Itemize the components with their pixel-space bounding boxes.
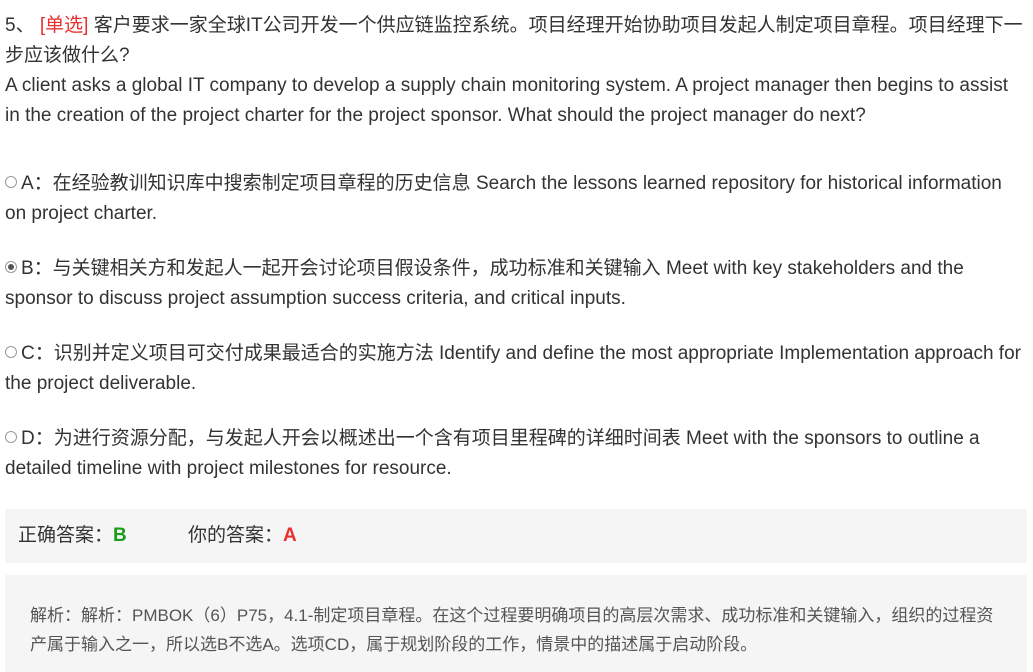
question-text-cn: 客户要求一家全球IT公司开发一个供应链监控系统。项目经理开始协助项目发起人制定项… <box>5 15 1023 66</box>
question-text: 5、 [单选] 客户要求一家全球IT公司开发一个供应链监控系统。项目经理开始协助… <box>5 11 1027 131</box>
option-c-radio[interactable] <box>5 346 17 358</box>
option-b-radio[interactable] <box>5 261 17 273</box>
your-answer: 你的答案：A <box>188 509 297 563</box>
question-text-en: A client asks a global IT company to dev… <box>5 75 1008 126</box>
analysis-text: 解析：解析：PMBOK（6）P75，4.1-制定项目章程。在这个过程要明确项目的… <box>30 606 994 654</box>
option-a-radio[interactable] <box>5 176 17 188</box>
your-answer-label: 你的答案： <box>188 525 284 546</box>
option-d-radio[interactable] <box>5 431 17 443</box>
option-c[interactable]: C：识别并定义项目可交付成果最适合的实施方法 Identify and defi… <box>5 339 1027 399</box>
question-number: 5、 <box>5 15 35 36</box>
option-a[interactable]: A：在经验教训知识库中搜索制定项目章程的历史信息 Search the less… <box>5 169 1027 229</box>
correct-answer-value: B <box>113 525 127 546</box>
option-b[interactable]: B：与关键相关方和发起人一起开会讨论项目假设条件，成功标准和关键输入 Meet … <box>5 254 1027 314</box>
option-d[interactable]: D：为进行资源分配，与发起人开会以概述出一个含有项目里程碑的详细时间表 Meet… <box>5 424 1027 484</box>
question-type-tag: [单选] <box>39 15 89 36</box>
answer-summary: 正确答案：B 你的答案：A <box>5 509 1027 563</box>
correct-answer: 正确答案：B <box>18 509 127 563</box>
option-c-text: C：识别并定义项目可交付成果最适合的实施方法 Identify and defi… <box>5 343 1021 394</box>
option-d-text: D：为进行资源分配，与发起人开会以概述出一个含有项目里程碑的详细时间表 Meet… <box>5 428 980 479</box>
option-b-text: B：与关键相关方和发起人一起开会讨论项目假设条件，成功标准和关键输入 Meet … <box>5 258 964 309</box>
analysis-panel: 解析：解析：PMBOK（6）P75，4.1-制定项目章程。在这个过程要明确项目的… <box>5 575 1027 672</box>
option-a-text: A：在经验教训知识库中搜索制定项目章程的历史信息 Search the less… <box>5 173 1002 224</box>
correct-answer-label: 正确答案： <box>18 525 114 546</box>
your-answer-value: A <box>283 525 297 546</box>
